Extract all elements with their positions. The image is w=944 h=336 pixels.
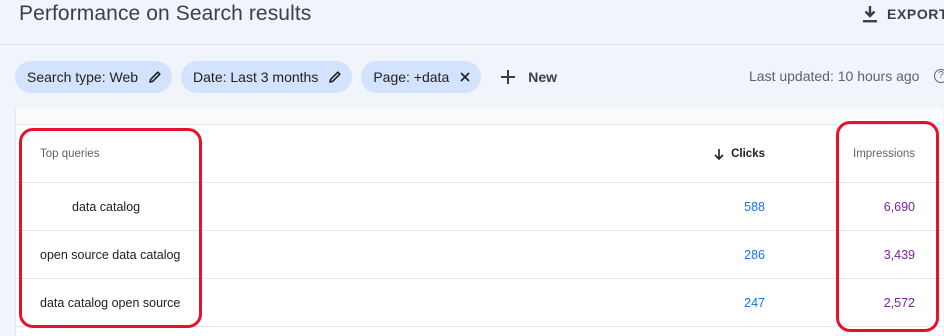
filter-chip-label: Search type: Web (27, 69, 139, 85)
table-row[interactable]: data catalog 588 6,690 (16, 183, 943, 231)
export-button[interactable]: EXPORT (862, 4, 944, 24)
export-label: EXPORT (887, 6, 944, 22)
impressions-cell: 3,439 (883, 247, 915, 262)
page-title: Performance on Search results (19, 2, 312, 25)
clicks-cell: 588 (744, 199, 765, 214)
filter-chip-date[interactable]: Date: Last 3 months (181, 61, 353, 93)
filter-chip-label: Date: Last 3 months (193, 69, 319, 85)
last-updated-text: Last updated: 10 hours ago (749, 68, 920, 84)
filter-chip-search-type[interactable]: Search type: Web (15, 61, 173, 93)
column-header-clicks-label: Clicks (731, 147, 765, 160)
column-header-impressions[interactable]: Impressions (853, 125, 915, 182)
table-tab-strip (16, 108, 943, 125)
clicks-cell: 247 (744, 295, 765, 310)
table-header-row: Top queries Clicks Impressions (16, 125, 943, 183)
help-icon[interactable]: ? (934, 69, 944, 83)
filter-chip-label: Page: +data (373, 69, 450, 85)
filter-bar: Search type: Web Date: Last 3 months Pag… (15, 61, 557, 93)
close-icon[interactable] (459, 71, 471, 83)
pencil-icon[interactable] (148, 70, 162, 84)
new-filter-label: New (528, 69, 558, 85)
impressions-cell: 2,572 (883, 295, 915, 310)
table-row[interactable]: open source data catalog 286 3,439 (16, 231, 943, 279)
sort-descending-icon (714, 148, 724, 160)
query-cell: data catalog open source (40, 295, 181, 310)
query-cell: open source data catalog (40, 247, 181, 262)
new-filter-button[interactable]: New (500, 69, 557, 85)
queries-table: Top queries Clicks Impressions data cata… (15, 108, 943, 336)
plus-icon (501, 70, 516, 84)
query-cell: data catalog (72, 199, 141, 214)
pencil-icon[interactable] (328, 70, 342, 84)
download-icon (863, 6, 877, 23)
filter-chip-page[interactable]: Page: +data (361, 61, 482, 93)
impressions-cell: 6,690 (883, 199, 915, 214)
page-header: Performance on Search results EXPORT (0, 0, 944, 45)
clicks-cell: 286 (744, 247, 765, 262)
column-header-queries[interactable]: Top queries (40, 125, 99, 182)
column-header-clicks[interactable]: Clicks (713, 125, 765, 182)
table-row[interactable]: data catalog open source 247 2,572 (16, 279, 943, 327)
